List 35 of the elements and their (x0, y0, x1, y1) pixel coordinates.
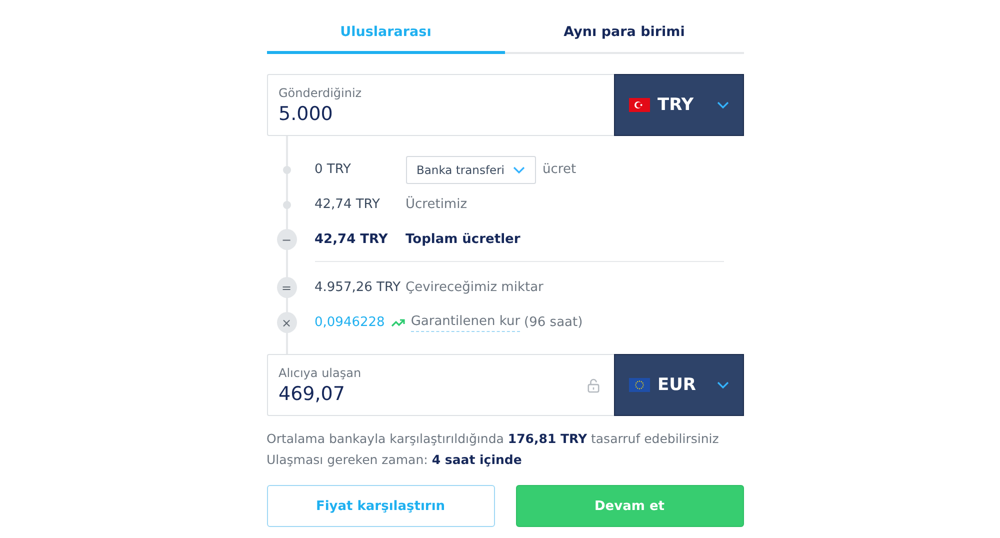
currency-select[interactable]: TRY (614, 74, 744, 136)
arrival-time-text: Ulaşması gereken zaman: 4 saat içinde (266, 451, 523, 469)
savings-text: Ortalama bankayla karşılaştırıldığında 176,81 TRY tasarruf edebilirsiniz (266, 430, 720, 448)
fee-label: Toplam ücretler (406, 232, 520, 247)
amount-field[interactable]: Alıcıya ulaşan 469,07 EUR (266, 354, 744, 416)
timeline-dot (282, 200, 290, 208)
operator-sign: − (276, 229, 296, 250)
rate-label-link[interactable]: Garantilenen kur (410, 314, 520, 332)
chevron-down-icon (716, 381, 728, 389)
flag-icon (628, 378, 650, 392)
unlocked-padlock-icon (586, 378, 600, 392)
fee-amount: 0 TRY (314, 162, 352, 177)
chevron-down-icon (512, 166, 524, 174)
field-label: Gönderdiğiniz (278, 86, 363, 100)
flag-icon (628, 98, 650, 112)
converted-amount: 4.957,26 TRY (314, 280, 402, 295)
exchange-rate: 0,0946228 (314, 315, 385, 330)
fee-label: Ücretimiz (406, 197, 468, 212)
currency-select[interactable]: EUR (614, 354, 744, 416)
fee-amount: 42,74 TRY (314, 197, 381, 212)
fee-amount: 42,74 TRY (314, 232, 389, 247)
field-label: Alıcıya ulaşan (278, 366, 362, 380)
operator-sign: × (276, 312, 296, 333)
amount-field[interactable]: Gönderdiğiniz 5.000 TRY (266, 74, 744, 136)
operator-sign: = (276, 277, 296, 298)
transfer-method-select[interactable]: Banka transferi (406, 156, 536, 184)
tab[interactable]: Aynı para birimi (505, 18, 744, 54)
chevron-down-icon (716, 101, 728, 109)
amount-value: 469,07 (278, 382, 346, 404)
fee-label: ücret (542, 162, 576, 177)
timeline-dot (282, 166, 290, 174)
rate-duration: (96 saat) (524, 315, 583, 330)
trend-up-icon (390, 318, 405, 328)
amount-value: 5.000 (278, 102, 334, 124)
conversion-label: Çevireceğimiz miktar (406, 280, 544, 295)
